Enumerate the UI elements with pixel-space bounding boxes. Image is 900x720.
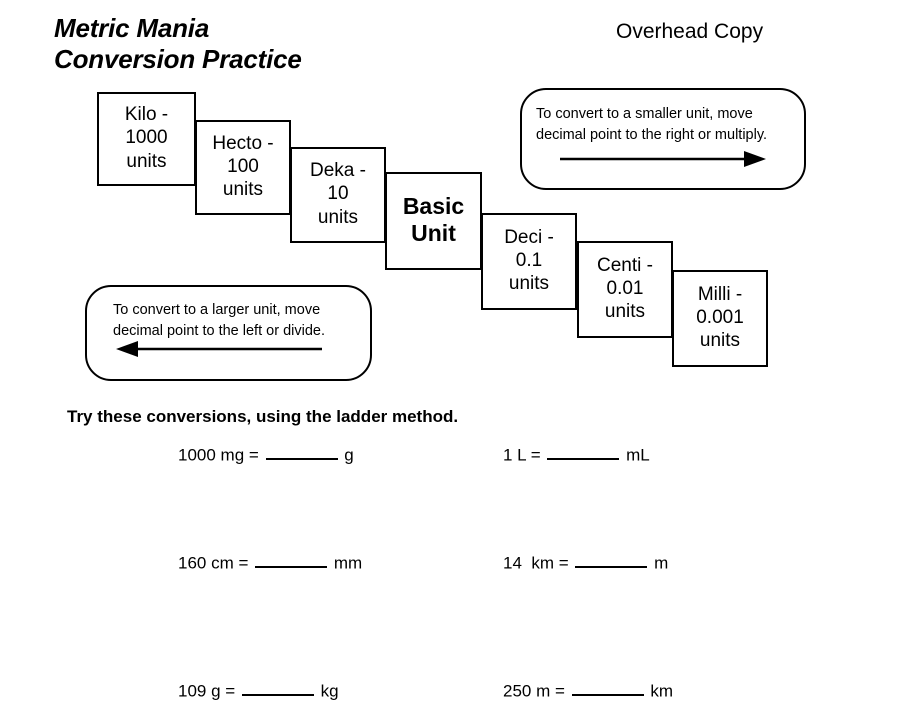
ladder-box-deci: Deci - 0.1 units — [481, 213, 577, 310]
problem-suffix: g — [339, 445, 354, 465]
problem-suffix: kg — [315, 681, 339, 701]
callout-larger-unit-text: To convert to a larger unit, move decima… — [113, 302, 325, 339]
problem-prefix: 160 cm = — [178, 553, 254, 573]
problem-suffix: mm — [329, 553, 363, 573]
answer-blank[interactable] — [571, 680, 644, 697]
ladder-box-basic-unit: Basic Unit — [385, 172, 482, 270]
answer-blank[interactable] — [575, 552, 648, 569]
answer-blank[interactable] — [255, 552, 328, 569]
callout-larger-unit: To convert to a larger unit, move decima… — [85, 285, 372, 381]
problem-suffix: mL — [621, 445, 650, 465]
problem-item: 14 km = m — [503, 552, 668, 573]
problem-suffix: m — [649, 553, 669, 573]
problem-prefix: 109 g = — [178, 681, 240, 701]
callout-smaller-unit-text: To convert to a smaller unit, move decim… — [536, 106, 768, 143]
problem-item: 160 cm = mm — [178, 552, 362, 573]
arrow-left-icon — [116, 341, 322, 357]
problem-item: 1 L = mL — [503, 444, 650, 465]
arrow-right-icon — [560, 151, 766, 167]
problem-prefix: 1 L = — [503, 445, 546, 465]
ladder-box-kilo: Kilo - 1000 units — [97, 92, 196, 186]
answer-blank[interactable] — [241, 680, 314, 697]
problem-suffix: km — [645, 681, 674, 701]
instructions-text: Try these conversions, using the ladder … — [67, 407, 459, 426]
worksheet-page: Metric Mania Conversion Practice Overhea… — [0, 0, 900, 720]
callout-smaller-unit: To convert to a smaller unit, move decim… — [520, 88, 806, 190]
problem-item: 250 m = km — [503, 680, 673, 701]
answer-blank[interactable] — [547, 444, 620, 461]
ladder-box-hecto: Hecto - 100 units — [195, 120, 291, 215]
problem-item: 109 g = kg — [178, 680, 339, 701]
overhead-copy-note: Overhead Copy — [616, 20, 764, 43]
answer-blank[interactable] — [265, 444, 338, 461]
ladder-box-deka: Deka - 10 units — [290, 147, 386, 243]
problem-prefix: 1000 mg = — [178, 445, 264, 465]
page-title: Metric Mania Conversion Practice — [54, 13, 302, 75]
ladder-box-centi: Centi - 0.01 units — [577, 241, 673, 338]
problem-item: 1000 mg = g — [178, 444, 354, 465]
ladder-box-milli: Milli - 0.001 units — [672, 270, 768, 367]
problem-prefix: 250 m = — [503, 681, 570, 701]
problem-prefix: 14 km = — [503, 553, 574, 573]
